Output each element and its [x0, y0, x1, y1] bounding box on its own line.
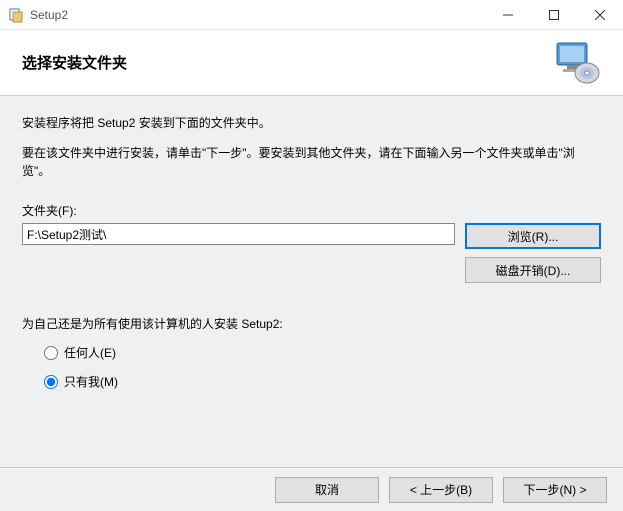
install-description-2: 要在该文件夹中进行安装，请单击"下一步"。要安装到其他文件夹，请在下面输入另一个…	[22, 144, 601, 180]
radio-just-me-label: 只有我(M)	[64, 373, 118, 390]
window-title: Setup2	[30, 8, 485, 22]
titlebar: Setup2	[0, 0, 623, 30]
next-button[interactable]: 下一步(N) >	[503, 477, 607, 503]
wizard-footer: 取消 < 上一步(B) 下一步(N) >	[0, 467, 623, 511]
radio-just-me[interactable]: 只有我(M)	[44, 373, 601, 390]
computer-disc-icon	[553, 41, 601, 85]
browse-button[interactable]: 浏览(R)...	[465, 223, 601, 249]
radio-just-me-input[interactable]	[44, 375, 58, 389]
installer-icon	[8, 7, 24, 23]
install-description-1: 安装程序将把 Setup2 安装到下面的文件夹中。	[22, 114, 601, 132]
radio-everyone-label: 任何人(E)	[64, 344, 116, 361]
page-title: 选择安装文件夹	[22, 52, 553, 73]
maximize-button[interactable]	[531, 0, 577, 30]
radio-everyone[interactable]: 任何人(E)	[44, 344, 601, 361]
wizard-header: 选择安装文件夹	[0, 30, 623, 96]
wizard-body: 安装程序将把 Setup2 安装到下面的文件夹中。 要在该文件夹中进行安装，请单…	[0, 96, 623, 467]
disk-cost-button[interactable]: 磁盘开销(D)...	[465, 257, 601, 283]
radio-everyone-input[interactable]	[44, 346, 58, 360]
minimize-button[interactable]	[485, 0, 531, 30]
folder-label: 文件夹(F):	[22, 202, 601, 219]
back-button[interactable]: < 上一步(B)	[389, 477, 493, 503]
folder-input[interactable]	[22, 223, 455, 245]
close-button[interactable]	[577, 0, 623, 30]
cancel-button[interactable]: 取消	[275, 477, 379, 503]
install-for-label: 为自己还是为所有使用该计算机的人安装 Setup2:	[22, 315, 601, 332]
